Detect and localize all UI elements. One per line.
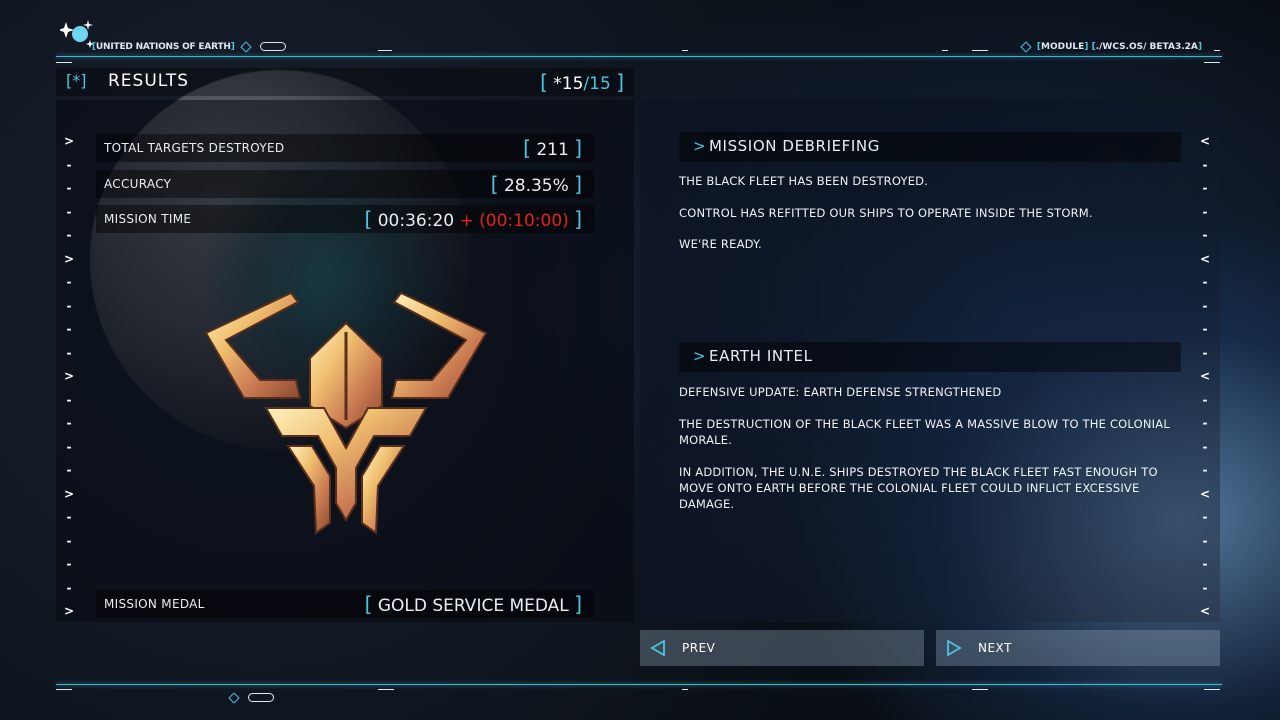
divider [682,50,688,51]
results-count-total: /15 [583,74,611,94]
star-logo-icon [60,20,94,48]
pill-icon [248,693,274,702]
divider [942,50,948,51]
top-divider-line [56,56,1222,57]
next-button[interactable]: NEXT [936,630,1220,666]
stat-value: [ 211 ] [523,136,582,160]
module-label: MODULE [1041,42,1085,52]
stat-row-mission-time: MISSION TIME [ 00:36:20 + (00:10:00) ] [96,205,594,233]
stat-row-targets: TOTAL TARGETS DESTROYED [ 211 ] [96,134,594,162]
divider [378,50,392,51]
chevron-right-icon: > [693,347,706,365]
next-label: NEXT [978,641,1012,655]
divider [682,689,688,690]
org-label-group: [UNITED NATIONS OF EARTH] [92,40,286,53]
stat-row-accuracy: ACCURACY [ 28.35% ] [96,170,594,198]
results-icon: [*] [66,71,87,90]
org-label: UNITED NATIONS OF EARTH [95,42,231,52]
right-scroll-markers: < - - - - < - - - - < - - - - < - - - - < [1199,134,1211,618]
results-title: RESULTS [108,71,190,91]
pill-icon [259,42,286,51]
divider [1204,62,1220,63]
bottom-ornament [226,687,274,706]
gold-eagle-medal-icon [204,291,488,535]
stat-label: TOTAL TARGETS DESTROYED [104,141,285,155]
results-count-done: *15 [553,74,584,94]
divider [972,689,988,690]
time-penalty: (00:10:00) [479,211,569,231]
intel-paragraph: IN ADDITION, THE U.N.E. SHIPS DESTROYED … [679,465,1158,511]
triangle-right-icon [947,640,962,656]
module-label-group: [MODULE] [./WCS.OS/ BETA3.2A] [1018,40,1202,53]
prev-label: PREV [682,641,716,655]
intel-title: EARTH INTEL [709,347,813,365]
intel-paragraph: THE DESTRUCTION OF THE BLACK FLEET WAS A… [679,417,1170,447]
divider [972,50,988,51]
divider [1214,50,1220,51]
intel-paragraph: DEFENSIVE UPDATE: EARTH DEFENSE STRENGTH… [679,385,1002,399]
stat-row-medal: MISSION MEDAL [ GOLD SERVICE MEDAL ] [96,590,594,618]
debriefing-header: > MISSION DEBRIEFING [679,132,1181,162]
results-count: [ *15/15 ] [540,70,624,94]
debriefing-title: MISSION DEBRIEFING [709,137,880,155]
prev-button[interactable]: PREV [640,630,924,666]
divider [1204,689,1220,690]
left-scroll-markers: > - - - - > - - - - > - - - - > - - - - > [63,134,75,618]
diamond-icon [1020,40,1032,53]
stat-label: ACCURACY [104,177,172,191]
medal-value: [ GOLD SERVICE MEDAL ] [364,592,582,616]
bottom-divider-line [56,684,1222,685]
divider [56,62,72,63]
intel-header: > EARTH INTEL [679,342,1181,372]
diamond-icon [228,691,240,704]
chevron-right-icon: > [693,137,706,155]
triangle-left-icon [650,640,665,656]
medal-label: MISSION MEDAL [104,597,205,611]
divider [56,689,72,690]
top-bar: [UNITED NATIONS OF EARTH] [MODULE] [./WC… [56,18,1222,63]
diamond-icon [239,40,252,53]
time-penalty-plus: + [459,211,474,231]
divider [378,689,394,690]
version-label: ./WCS.OS/ BETA3.2A [1095,42,1198,52]
debriefing-paragraph: WE'RE READY. [679,237,762,251]
debriefing-paragraph: THE BLACK FLEET HAS BEEN DESTROYED. [679,174,929,188]
stat-value: [ 28.35% ] [490,172,582,196]
stat-label: MISSION TIME [104,212,192,226]
debriefing-paragraph: CONTROL HAS REFITTED OUR SHIPS TO OPERAT… [679,206,1093,220]
results-header: [*] RESULTS [ *15/15 ] [56,68,634,96]
stat-value: [ 00:36:20 + (00:10:00) ] [364,207,582,231]
